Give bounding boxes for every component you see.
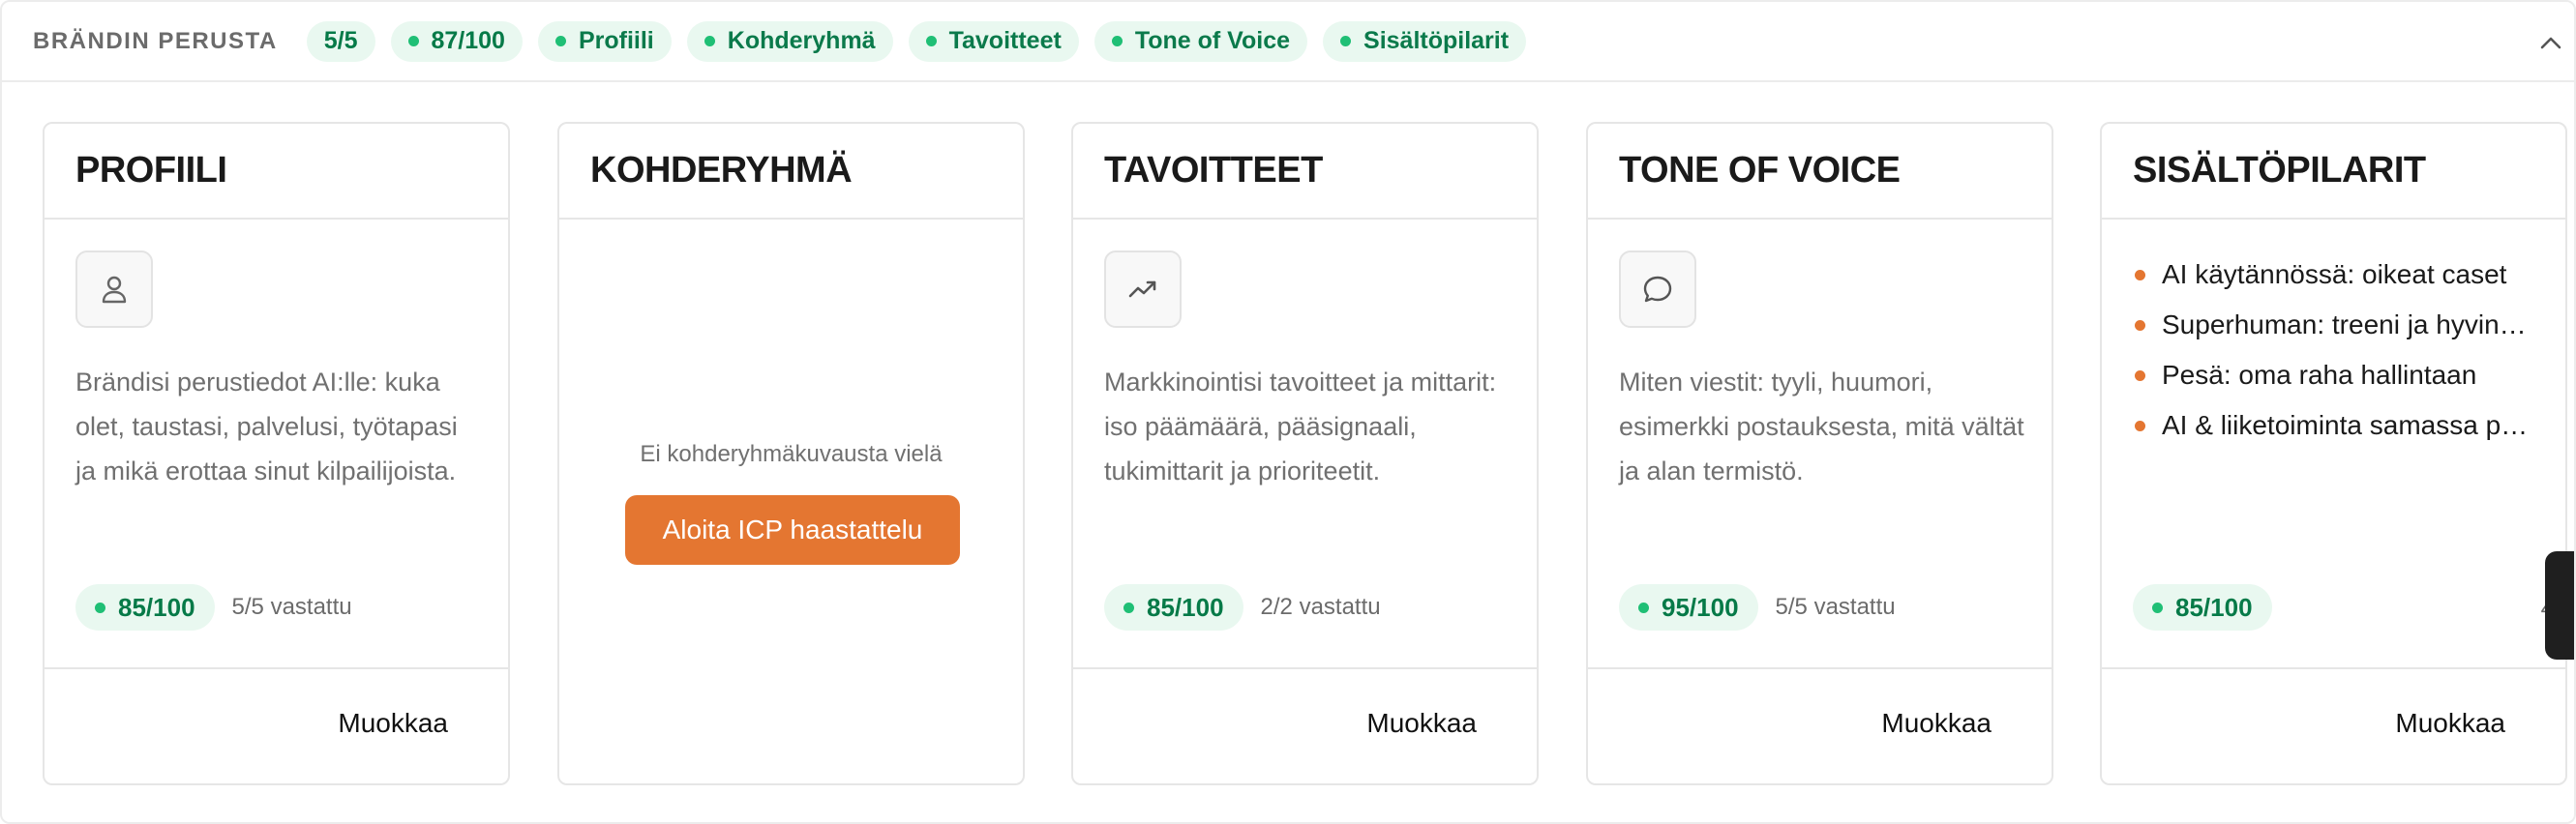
- status-dot: [1638, 602, 1649, 613]
- empty-state-text: Ei kohderyhmäkuvausta vielä: [640, 441, 943, 467]
- card-description: Markkinointisi tavoitteet ja mittarit: i…: [1104, 368, 1497, 486]
- card-tone-of-voice: TONE OF VOICE Miten viestit: tyyli, huum…: [1586, 122, 2053, 785]
- overall-score-badge: 87/100: [390, 20, 523, 62]
- edit-button[interactable]: Muokkaa: [2395, 708, 2505, 739]
- pillar-item: AI & liiketoiminta samassa paketissa: [2133, 400, 2539, 451]
- score-row: 85/100 5/5 vastattu: [75, 584, 352, 631]
- card-title: KOHDERYHMÄ: [590, 150, 853, 191]
- start-icp-interview-button[interactable]: Aloita ICP haastattelu: [625, 495, 960, 565]
- panel-title: BRÄNDIN PERUSTA: [33, 27, 278, 54]
- brand-foundation-panel: BRÄNDIN PERUSTA 5/5 87/100 Profiili Kohd…: [0, 0, 2576, 824]
- chat-bubble-icon: [1619, 250, 1696, 328]
- completion-badge: 5/5: [306, 20, 375, 62]
- tab-kohderyhma[interactable]: Kohderyhmä: [686, 20, 893, 62]
- status-dot: [2152, 602, 2163, 613]
- pillar-item: Pesä: oma raha hallintaan: [2133, 350, 2539, 400]
- card-title: TAVOITTEET: [1104, 150, 1323, 191]
- score-badge: 95/100: [1619, 584, 1758, 631]
- card-kohderyhma: KOHDERYHMÄ Ei kohderyhmäkuvausta vielä A…: [557, 122, 1025, 785]
- status-dot: [407, 36, 419, 46]
- panel-header[interactable]: BRÄNDIN PERUSTA 5/5 87/100 Profiili Kohd…: [2, 2, 2574, 82]
- card-header: TAVOITTEET: [1073, 124, 1537, 220]
- card-title: PROFIILI: [75, 150, 227, 191]
- pillar-item: Superhuman: treeni ja hyvinvointi: [2133, 300, 2539, 350]
- status-dot: [1340, 36, 1352, 46]
- status-dot: [925, 36, 937, 46]
- tab-tavoitteet[interactable]: Tavoitteet: [908, 20, 1079, 62]
- tab-sisaltopilarit[interactable]: Sisältöpilarit: [1323, 20, 1527, 62]
- card-footer: Muokkaa: [1588, 667, 2052, 783]
- score-row: 95/100 5/5 vastattu: [1619, 584, 1896, 631]
- card-profiili: PROFIILI Brändisi perustiedot AI:lle: ku…: [43, 122, 510, 785]
- card-title: SISÄLTÖPILARIT: [2133, 150, 2426, 191]
- edit-button[interactable]: Muokkaa: [1366, 708, 1477, 739]
- score-badge: 85/100: [1104, 584, 1243, 631]
- pillar-item: AI käytännössä: oikeat caset: [2133, 250, 2539, 300]
- score-row: 85/100: [2133, 584, 2272, 631]
- score-badge: 85/100: [75, 584, 215, 631]
- status-dot: [1123, 602, 1134, 613]
- answered-count: 5/5 vastattu: [231, 594, 352, 620]
- card-footer: Muokkaa: [2102, 667, 2565, 783]
- card-footer: Muokkaa: [45, 667, 508, 783]
- status-dot: [704, 36, 715, 46]
- status-dot: [1111, 36, 1123, 46]
- card-header: TONE OF VOICE: [1588, 124, 2052, 220]
- card-header: KOHDERYHMÄ: [559, 124, 1023, 220]
- answered-count: 5/5 vastattu: [1775, 594, 1896, 620]
- card-description: Miten viestit: tyyli, huumori, esimerkki…: [1619, 368, 2024, 486]
- card-header: SISÄLTÖPILARIT: [2102, 124, 2565, 220]
- trending-up-icon: [1104, 250, 1182, 328]
- edit-button[interactable]: Muokkaa: [338, 708, 448, 739]
- answered-count: 2/2 vastattu: [1260, 594, 1381, 620]
- user-icon: [75, 250, 153, 328]
- edit-button[interactable]: Muokkaa: [1881, 708, 1992, 739]
- tab-profiili[interactable]: Profiili: [537, 20, 672, 62]
- score-row: 85/100 2/2 vastattu: [1104, 584, 1381, 631]
- card-footer: Muokkaa: [1073, 667, 1537, 783]
- chevron-up-icon[interactable]: [2533, 25, 2568, 60]
- tab-tone-of-voice[interactable]: Tone of Voice: [1093, 20, 1308, 62]
- score-badge: 85/100: [2133, 584, 2272, 631]
- card-sisaltopilarit: SISÄLTÖPILARIT AI käytännössä: oikeat ca…: [2100, 122, 2567, 785]
- card-tavoitteet: TAVOITTEET Markkinointisi tavoitteet ja …: [1071, 122, 1539, 785]
- card-title: TONE OF VOICE: [1619, 150, 1901, 191]
- card-description: Brändisi perustiedot AI:lle: kuka olet, …: [75, 368, 458, 486]
- card-header: PROFIILI: [45, 124, 508, 220]
- pillar-list: AI käytännössä: oikeat caset Superhuman:…: [2133, 250, 2539, 451]
- status-dot: [95, 602, 105, 613]
- side-drawer-handle[interactable]: [2545, 551, 2574, 660]
- status-dot: [554, 36, 566, 46]
